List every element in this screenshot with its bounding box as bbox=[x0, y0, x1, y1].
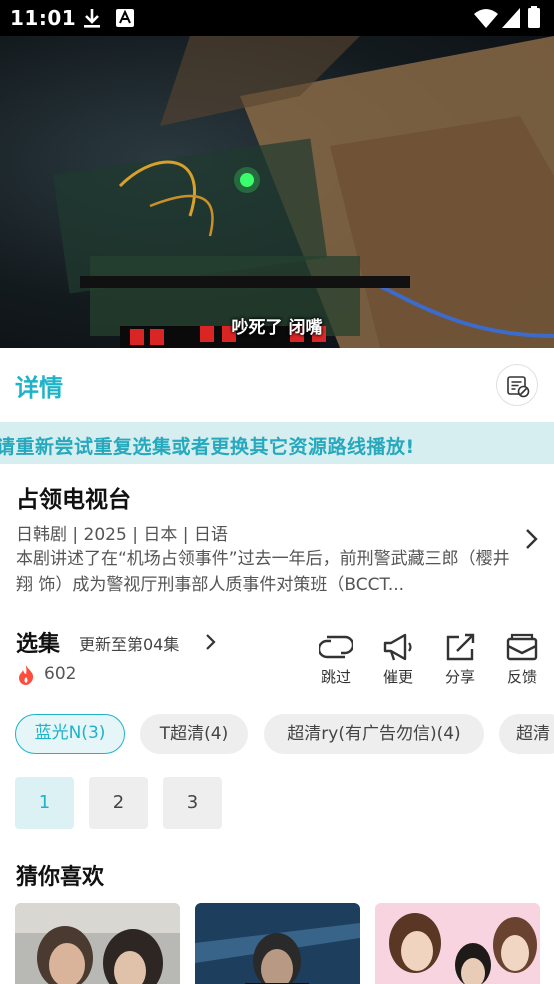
skip-button[interactable]: 跳过 bbox=[311, 632, 361, 687]
megaphone-icon bbox=[383, 633, 412, 661]
show-meta: 日韩剧 | 2025 | 日本 | 日语 bbox=[16, 525, 228, 545]
video-subtitle: 吵死了 闭嘴 bbox=[231, 318, 323, 338]
detail-header: 详情 bbox=[0, 348, 554, 422]
wifi-icon bbox=[474, 8, 498, 32]
feedback-label: 反馈 bbox=[506, 668, 537, 686]
mail-icon bbox=[506, 633, 538, 661]
source-chip-hd-ry[interactable]: 超清ry(有广告勿信)(4) bbox=[264, 714, 484, 754]
status-bar: 11:01 bbox=[0, 0, 554, 36]
a-badge-icon bbox=[116, 9, 134, 31]
skip-icon bbox=[319, 635, 353, 659]
recommend-poster-1[interactable] bbox=[15, 903, 180, 984]
battery-icon bbox=[528, 6, 540, 32]
source-chip-hd[interactable]: 超清 bbox=[499, 714, 554, 754]
episode-2[interactable]: 2 bbox=[89, 777, 148, 829]
recommend-poster-3[interactable] bbox=[375, 903, 540, 984]
episodes-label: 选集 bbox=[16, 632, 61, 657]
skip-label: 跳过 bbox=[320, 668, 351, 686]
signal-icon bbox=[502, 8, 520, 32]
episode-1[interactable]: 1 bbox=[15, 777, 74, 829]
video-frame bbox=[52, 36, 554, 348]
share-label: 分享 bbox=[444, 668, 475, 686]
notice-text: 请重新尝试重复选集或者更换其它资源路线播放! bbox=[0, 436, 415, 458]
share-icon bbox=[446, 633, 475, 661]
detail-title: 详情 bbox=[15, 374, 63, 402]
download-icon bbox=[82, 7, 102, 33]
recommend-title: 猜你喜欢 bbox=[16, 865, 105, 890]
episodes-update-text[interactable]: 更新至第04集 bbox=[79, 631, 179, 655]
fire-icon bbox=[16, 664, 36, 690]
episode-3[interactable]: 3 bbox=[163, 777, 222, 829]
feedback-button[interactable]: 反馈 bbox=[497, 632, 547, 687]
document-settings-icon bbox=[507, 376, 530, 398]
heat-count: 602 bbox=[44, 664, 77, 684]
source-chip-t-hd[interactable]: T超清(4) bbox=[140, 714, 248, 754]
chevron-right-icon[interactable] bbox=[205, 633, 217, 655]
video-player[interactable]: 吵死了 闭嘴 bbox=[0, 36, 554, 348]
chevron-right-icon[interactable] bbox=[524, 528, 540, 554]
notice-banner: 请重新尝试重复选集或者更换其它资源路线播放! bbox=[0, 422, 554, 464]
share-button[interactable]: 分享 bbox=[435, 632, 485, 687]
source-chip-bluray[interactable]: 蓝光N(3) bbox=[15, 714, 125, 754]
urge-update-button[interactable]: 催更 bbox=[373, 632, 423, 687]
show-description[interactable]: 本剧讲述了在“机场占领事件”过去一年后，前刑警武藏三郎（樱井翔 饰）成为警视厅刑… bbox=[16, 546, 516, 598]
status-time: 11:01 bbox=[10, 6, 77, 30]
document-settings-button[interactable] bbox=[496, 364, 538, 406]
show-title: 占领电视台 bbox=[16, 487, 131, 513]
urge-label: 催更 bbox=[382, 668, 413, 686]
recommend-poster-2[interactable] bbox=[195, 903, 360, 984]
